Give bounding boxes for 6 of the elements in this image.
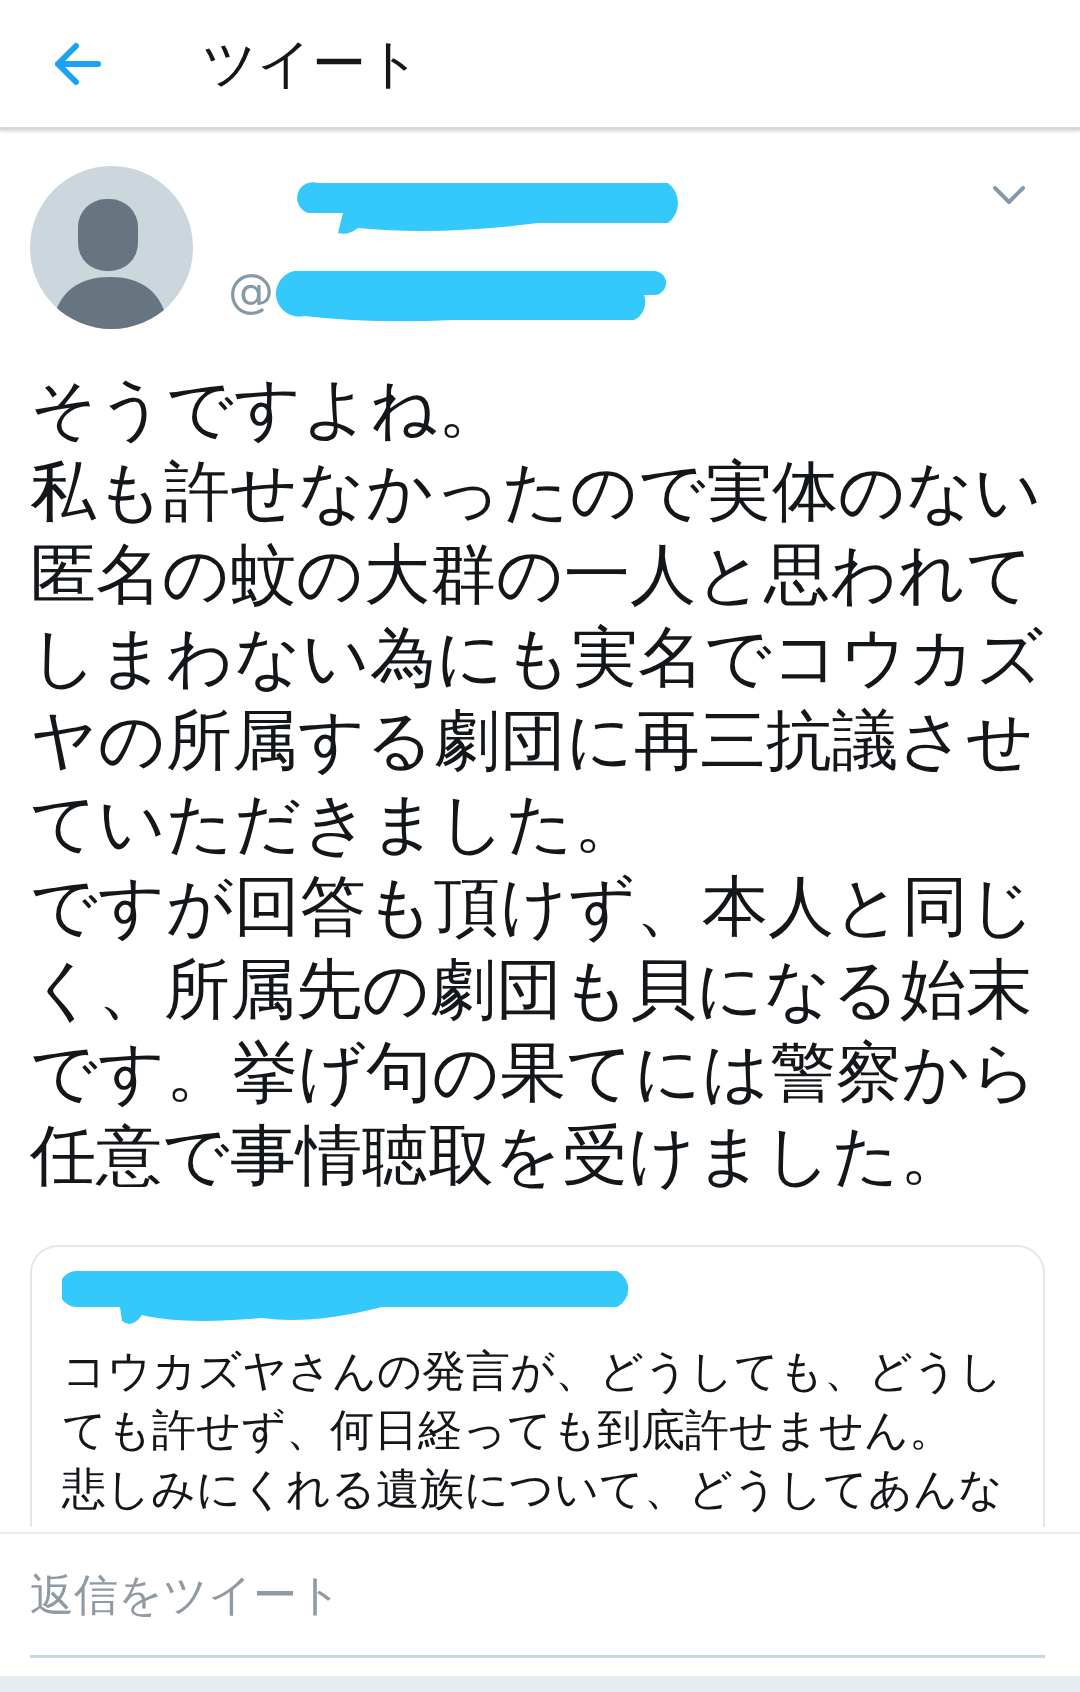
back-button[interactable] xyxy=(52,41,102,86)
back-arrow-icon xyxy=(52,41,102,86)
handle-at-sign: @ xyxy=(228,262,274,320)
page-title: ツイート xyxy=(202,31,421,97)
quoted-tweet-card[interactable]: コウカズヤさんの発言が、どうしても、どうし ても許せず、何日経っても到底許せません。 悲しみにくれる遺族について、どうしてあんな xyxy=(30,1245,1045,1527)
quoted-tweet-text: コウカズヤさんの発言が、どうしても、どうし ても許せず、何日経っても到底許せません。 悲しみにくれる遺族について、どうしてあんな xyxy=(62,1344,1004,1516)
